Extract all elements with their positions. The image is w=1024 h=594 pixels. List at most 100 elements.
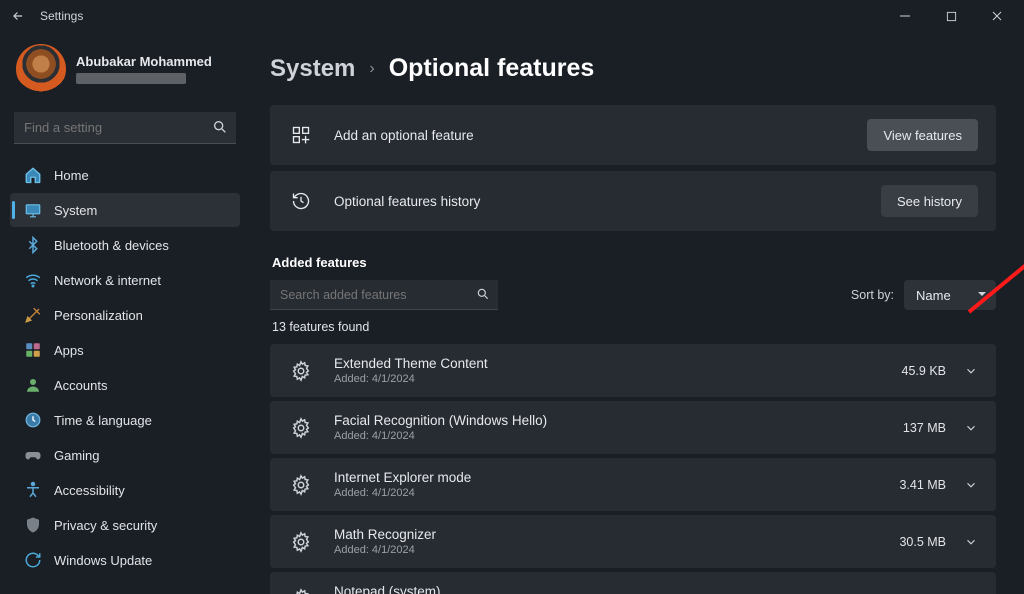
feature-search[interactable] [270,280,498,310]
close-button[interactable] [974,2,1020,30]
chevron-right-icon: › [369,60,374,78]
apps-icon [24,341,42,359]
main-scroll[interactable]: System › Optional features Add an option… [270,54,1020,594]
feature-date: Added: 4/1/2024 [334,544,899,556]
gear-icon [290,474,312,496]
feature-name: Extended Theme Content [334,356,902,371]
nav-label: System [54,203,97,218]
feature-name: Facial Recognition (Windows Hello) [334,413,903,428]
feature-name: Math Recognizer [334,527,899,542]
update-icon [24,551,42,569]
add-feature-card[interactable]: Add an optional feature View features [270,105,996,165]
feature-count: 13 features found [272,320,996,334]
view-features-button[interactable]: View features [867,119,978,151]
privacy-icon [24,516,42,534]
nav-label: Accounts [54,378,107,393]
gear-icon [290,531,312,553]
nav-item-update[interactable]: Windows Update [10,543,240,577]
nav-label: Windows Update [54,553,152,568]
nav-item-time[interactable]: Time & language [10,403,240,437]
feature-size: 30.5 MB [899,535,946,549]
minimize-button[interactable] [882,2,928,30]
search-icon [212,119,228,135]
back-button[interactable] [4,2,32,30]
nav-label: Gaming [54,448,100,463]
gaming-icon [24,446,42,464]
nav-label: Bluetooth & devices [54,238,169,253]
nav-item-network[interactable]: Network & internet [10,263,240,297]
system-icon [24,201,42,219]
profile-email-redacted [76,73,186,84]
sidebar-search[interactable] [14,112,236,144]
nav-label: Accessibility [54,483,125,498]
see-history-button[interactable]: See history [881,185,978,217]
feature-name: Internet Explorer mode [334,470,899,485]
history-card[interactable]: Optional features history See history [270,171,996,231]
sort-select[interactable]: Name [904,280,996,310]
main: System › Optional features Add an option… [248,32,1024,594]
feature-item[interactable]: Extended Theme Content Added: 4/1/202445.… [270,344,996,397]
bluetooth-icon [24,236,42,254]
profile[interactable]: Abubakar Mohammed [10,38,240,106]
nav-item-privacy[interactable]: Privacy & security [10,508,240,542]
feature-date: Added: 4/1/2024 [334,373,902,385]
chevron-down-icon [964,364,978,378]
sort-value: Name [916,288,951,303]
gear-icon [290,588,312,594]
add-feature-label: Add an optional feature [334,128,867,143]
nav-item-accessibility[interactable]: Accessibility [10,473,240,507]
chevron-down-icon [964,421,978,435]
nav-item-accounts[interactable]: Accounts [10,368,240,402]
nav-item-apps[interactable]: Apps [10,333,240,367]
maximize-button[interactable] [928,2,974,30]
sidebar: Abubakar Mohammed Home System Bluetooth & … [0,32,248,594]
nav-item-bluetooth[interactable]: Bluetooth & devices [10,228,240,262]
feature-size: 45.9 KB [902,364,946,378]
nav-item-home[interactable]: Home [10,158,240,192]
feature-search-input[interactable] [270,280,498,310]
sort-label: Sort by: [851,288,894,302]
sidebar-search-input[interactable] [14,112,236,144]
feature-date: Added: 4/1/2024 [334,487,899,499]
nav-label: Privacy & security [54,518,157,533]
feature-list: Extended Theme ContentAdded: 4/1/202445.… [270,344,996,594]
history-label: Optional features history [334,194,881,209]
feature-item[interactable]: Math Recognizer Added: 4/1/202430.5 MB [270,515,996,568]
accessibility-icon [24,481,42,499]
profile-name: Abubakar Mohammed [76,54,212,69]
nav: Home System Bluetooth & devices Network & i… [10,158,240,577]
history-icon [290,190,312,212]
titlebar: Settings [0,0,1024,32]
feature-name: Notepad (system) [334,584,899,594]
feature-item[interactable]: Internet Explorer mode Added: 4/1/20243.4… [270,458,996,511]
personalization-icon [24,306,42,324]
nav-item-system[interactable]: System [10,193,240,227]
breadcrumb-parent[interactable]: System [270,55,355,83]
nav-label: Time & language [54,413,152,428]
gear-icon [290,360,312,382]
accounts-icon [24,376,42,394]
feature-item[interactable]: Facial Recognition (Windows Hello) Added:… [270,401,996,454]
feature-item[interactable]: Notepad (system)Added: 4/1/20241.39 MB [270,572,996,594]
breadcrumb: System › Optional features [270,54,996,83]
gear-icon [290,417,312,439]
nav-label: Apps [54,343,84,358]
feature-size: 3.41 MB [899,478,946,492]
nav-item-gaming[interactable]: Gaming [10,438,240,472]
nav-label: Network & internet [54,273,161,288]
window-title: Settings [40,9,83,23]
search-icon [476,287,490,301]
added-features-heading: Added features [272,255,996,270]
nav-item-personalization[interactable]: Personalization [10,298,240,332]
feature-size: 137 MB [903,421,946,435]
chevron-down-icon [964,535,978,549]
breadcrumb-current: Optional features [389,54,595,83]
add-feature-icon [290,124,312,146]
time-icon [24,411,42,429]
nav-label: Personalization [54,308,143,323]
chevron-down-icon [964,478,978,492]
home-icon [24,166,42,184]
avatar [16,44,66,94]
feature-date: Added: 4/1/2024 [334,430,903,442]
nav-label: Home [54,168,89,183]
